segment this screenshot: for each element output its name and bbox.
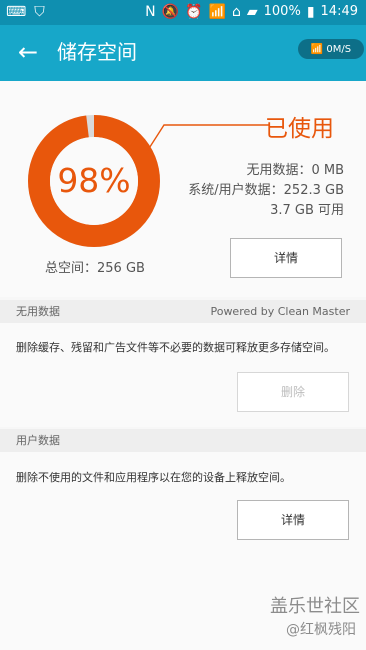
- status-bar: ⌨ ⛉ N 🔕 ⏰ 📶 ⌂ ▰ 100% ▮ 14:49: [0, 0, 366, 25]
- back-arrow-icon: ←: [17, 38, 39, 66]
- signal-icon: ▰: [246, 4, 258, 20]
- used-label-leader-line: [146, 124, 270, 154]
- used-label: 已使用: [265, 116, 334, 142]
- status-icons-left: ⌨ ⛉: [6, 3, 45, 21]
- unused-data-stat: 无用数据：0 MB: [246, 163, 344, 178]
- status-icons-right: N 🔕 ⏰ 📶 ⌂ ▰ 100% ▮ 14:49: [145, 3, 358, 21]
- alarm-icon: ⏰: [185, 4, 203, 20]
- available-space-stat: 3.7 GB 可用: [270, 203, 344, 218]
- wifi-icon: 📶: [310, 43, 324, 55]
- powered-by-text: Powered by Clean Master: [210, 305, 350, 318]
- storage-details-button[interactable]: 详情: [230, 238, 342, 278]
- notification-icon: ⌨: [6, 4, 27, 20]
- home-icon: ⌂: [231, 4, 241, 20]
- user-section-title: 用户数据: [16, 434, 60, 447]
- user-section-header: 用户数据: [0, 429, 366, 452]
- n-icon: N: [145, 4, 156, 20]
- page-title: 储存空间: [57, 40, 137, 64]
- battery-icon: ▮: [306, 4, 315, 20]
- junk-section-title: 无用数据: [16, 305, 60, 318]
- delete-junk-button[interactable]: 删除: [237, 372, 349, 412]
- wifi-icon: 📶: [208, 4, 226, 20]
- time-text: 14:49: [320, 4, 358, 19]
- network-speed-text: 0M/S: [326, 43, 352, 55]
- battery-percent: 100%: [263, 4, 301, 19]
- user-description: 删除不使用的文件和应用程序以在您的设备上释放空间。: [16, 471, 291, 484]
- junk-section-header: 无用数据 Powered by Clean Master: [0, 300, 366, 323]
- back-button[interactable]: ←: [10, 37, 46, 67]
- junk-section: 删除缓存、残留和广告文件等不必要的数据可释放更多存储空间。 删除: [0, 323, 366, 427]
- shield-icon: ⛉: [34, 4, 45, 20]
- used-percent: 98%: [57, 161, 131, 200]
- watermark-author: @红枫残阳: [286, 622, 356, 638]
- junk-description: 删除缓存、残留和广告文件等不必要的数据可释放更多存储空间。: [16, 341, 335, 354]
- watermark-title: 盖乐世社区: [270, 596, 360, 617]
- user-details-button[interactable]: 详情: [237, 500, 349, 540]
- network-speed-pill: 📶 0M/S: [298, 39, 364, 59]
- system-user-data-stat: 系统/用户数据：252.3 GB: [188, 183, 344, 198]
- mute-icon: 🔕: [161, 4, 180, 20]
- total-space: 总空间：256 GB: [45, 261, 145, 276]
